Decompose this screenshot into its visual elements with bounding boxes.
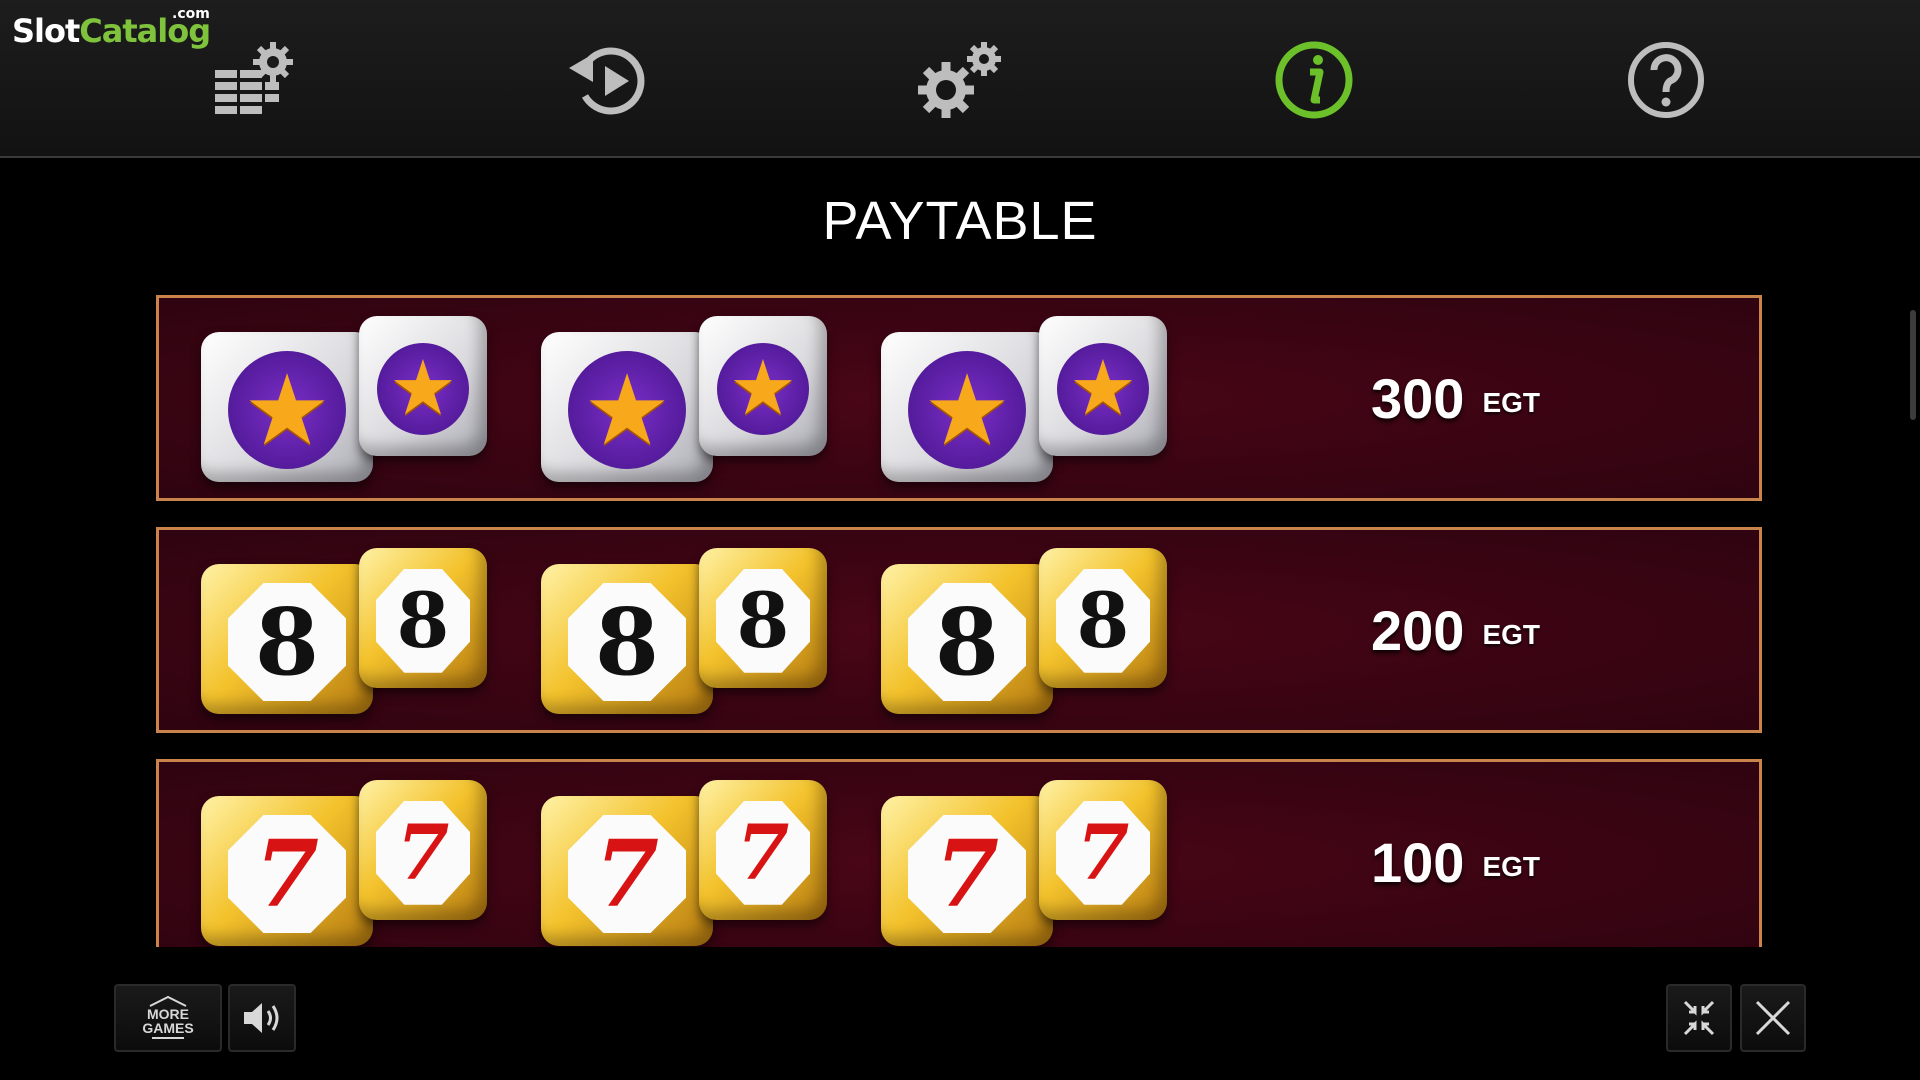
paytable-row-star: ★ ★ ★ ★ ★ ★ 300 EGT xyxy=(156,295,1762,501)
eight-dice-symbol: 8 8 xyxy=(201,546,491,716)
prize-value: 200 EGT xyxy=(1371,530,1540,730)
seven-dice-symbol: 7 7 xyxy=(201,778,491,947)
prize-amount: 200 xyxy=(1371,598,1465,662)
more-games-label: MORE xyxy=(147,1006,189,1022)
prize-currency: EGT xyxy=(1482,387,1540,418)
gears-icon xyxy=(918,42,1001,118)
underline-divider xyxy=(152,1037,184,1039)
prize-amount: 300 xyxy=(1371,366,1465,430)
exit-fullscreen-button[interactable] xyxy=(1666,984,1732,1052)
star-dice-symbol: ★ ★ xyxy=(201,314,491,484)
bet-settings-button[interactable] xyxy=(206,38,302,122)
sound-button[interactable] xyxy=(228,984,296,1052)
star-dice-symbol: ★ ★ xyxy=(881,314,1171,484)
seven-dice-symbol: 7 7 xyxy=(541,778,831,947)
eight-dice-symbol: 8 8 xyxy=(881,546,1171,716)
star-dice-symbol: ★ ★ xyxy=(541,314,831,484)
prize-value: 300 EGT xyxy=(1371,298,1540,498)
seven-dice-symbol: 7 7 xyxy=(881,778,1171,947)
help-button[interactable] xyxy=(1618,38,1714,122)
page-title: PAYTABLE xyxy=(822,191,1098,251)
more-games-label: GAMES xyxy=(142,1020,194,1036)
slotcatalog-watermark: SlotCatalog .com xyxy=(12,6,211,50)
paytable-row-seven: 7 7 7 7 7 7 100 EGT xyxy=(156,759,1762,947)
more-games-button[interactable]: MORE GAMES xyxy=(114,984,222,1052)
close-button[interactable] xyxy=(1740,984,1806,1052)
close-icon xyxy=(1755,1000,1791,1036)
top-toolbar: SlotCatalog .com xyxy=(0,0,1920,158)
paytable-scroll-area[interactable]: ★ ★ ★ ★ ★ ★ 300 EGT 8 8 8 8 8 8 200 EGT … xyxy=(156,295,1766,947)
question-icon xyxy=(1628,42,1704,118)
minimize-icon xyxy=(1683,1000,1715,1036)
stack-gear-icon xyxy=(215,42,293,114)
prize-currency: EGT xyxy=(1482,619,1540,650)
eight-dice-symbol: 8 8 xyxy=(541,546,831,716)
speaker-icon xyxy=(244,1003,279,1033)
prize-value: 100 EGT xyxy=(1371,762,1540,947)
prize-amount: 100 xyxy=(1371,830,1465,894)
autoplay-button[interactable] xyxy=(560,38,656,122)
replay-icon xyxy=(569,47,645,115)
settings-button[interactable] xyxy=(912,38,1008,122)
paytable-row-eight: 8 8 8 8 8 8 200 EGT xyxy=(156,527,1762,733)
prize-currency: EGT xyxy=(1482,851,1540,882)
info-icon xyxy=(1275,41,1353,119)
info-button[interactable] xyxy=(1266,38,1362,122)
scrollbar[interactable] xyxy=(1910,310,1916,420)
